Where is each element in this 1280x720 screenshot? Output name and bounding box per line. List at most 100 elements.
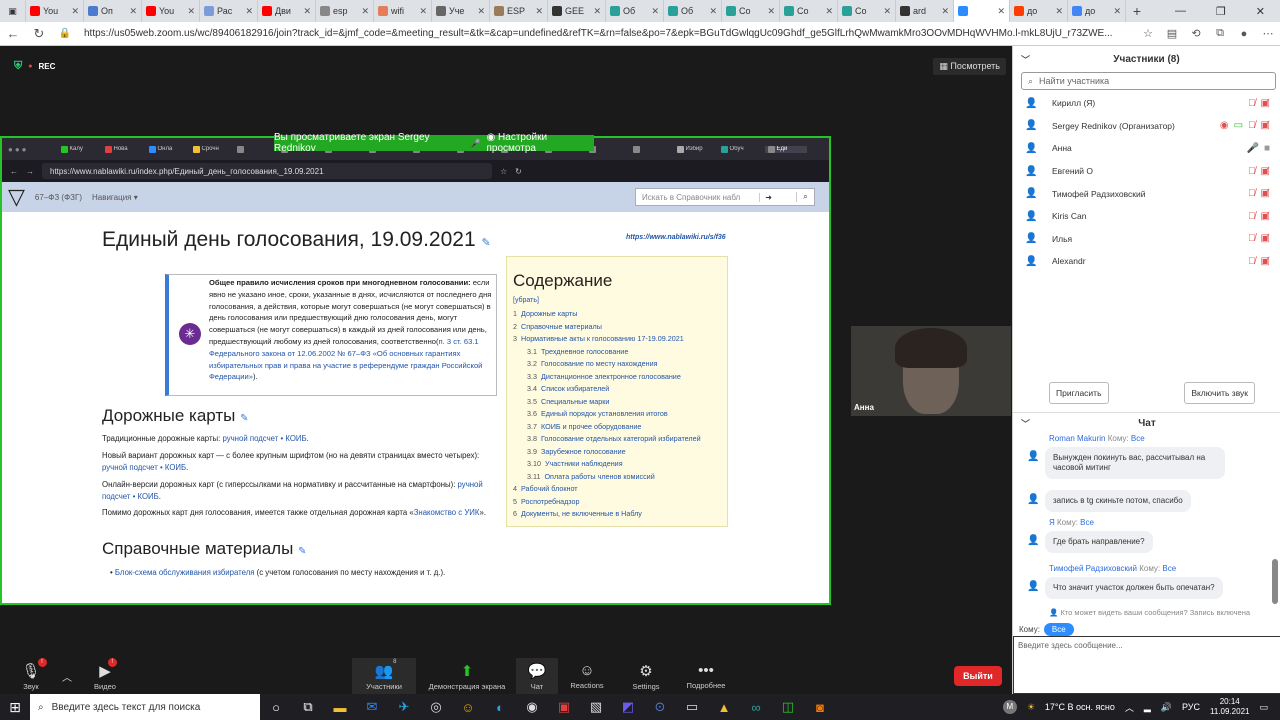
- tab-close-icon[interactable]: ✕: [245, 6, 253, 17]
- reload-icon[interactable]: ↻: [26, 26, 52, 42]
- collapse-chevron-icon[interactable]: ﹀: [1021, 53, 1030, 66]
- invite-button[interactable]: Пригласить: [1049, 382, 1109, 404]
- extensions-icon[interactable]: ⧉: [1208, 27, 1232, 40]
- reactions-button[interactable]: ☺ Reactions: [566, 658, 608, 694]
- new-tab-button[interactable]: +: [1126, 3, 1148, 19]
- participant-row[interactable]: 👤 Анна 🎤 ■: [1013, 137, 1280, 160]
- audio-options-button[interactable]: ︿: [58, 658, 76, 694]
- tab-close-icon[interactable]: ✕: [71, 6, 79, 17]
- chat-recipient-select[interactable]: Все: [1043, 623, 1074, 636]
- notifications-icon[interactable]: ▭: [1259, 702, 1268, 713]
- terminal-icon[interactable]: ▭: [676, 699, 708, 715]
- mail-icon[interactable]: ✉: [356, 699, 388, 715]
- browser-tab[interactable]: ✕: [954, 0, 1010, 22]
- participant-row[interactable]: 👤 Sergey Rednikov (Организатор) ◉ ▭ 🎙̸ ▣̸: [1013, 115, 1280, 138]
- menu-dots-icon[interactable]: ⋯: [1256, 27, 1280, 40]
- user-avatar-icon[interactable]: M: [1002, 700, 1017, 714]
- language-indicator[interactable]: РУС: [1182, 702, 1200, 712]
- chat-message-input[interactable]: Введите здесь сообщение...: [1013, 636, 1280, 694]
- chat-collapse-chevron-icon[interactable]: ﹀: [1021, 417, 1030, 430]
- browser-tab[interactable]: Об ✕: [664, 0, 722, 22]
- audio-button[interactable]: 🎙! Звук: [18, 657, 47, 694]
- participant-row[interactable]: 👤 Kiris Can 🎙̸ ▣̸: [1013, 205, 1280, 228]
- edge-browser-icon[interactable]: ◐: [484, 700, 516, 715]
- browser-tab[interactable]: Рас ✕: [200, 0, 258, 22]
- network-icon[interactable]: ▂: [1144, 702, 1151, 713]
- video-tile-anna[interactable]: Анна: [851, 326, 1011, 416]
- browser-tab[interactable]: Об ✕: [606, 0, 664, 22]
- browser-tab[interactable]: Оп ✕: [84, 0, 142, 22]
- browser-tab[interactable]: ESP ✕: [490, 0, 548, 22]
- tab-close-icon[interactable]: ✕: [709, 6, 717, 17]
- app-icon-1[interactable]: ◎: [420, 699, 452, 715]
- participant-row[interactable]: 👤 Alexandr 🎙̸ ▣̸: [1013, 250, 1280, 273]
- browser-tab[interactable]: Co ✕: [722, 0, 780, 22]
- app-icon-2[interactable]: ☺: [452, 700, 484, 715]
- bookmark-star-icon[interactable]: ☆: [1136, 27, 1160, 40]
- back-icon[interactable]: ←: [0, 26, 26, 41]
- windows-start-icon[interactable]: ⊞: [0, 699, 30, 716]
- security-shield-icon[interactable]: ⛨: [14, 60, 22, 73]
- tab-close-icon[interactable]: ✕: [477, 6, 485, 17]
- weather-text[interactable]: 17°C В осн. ясно: [1045, 702, 1115, 712]
- leave-button[interactable]: Выйти: [954, 666, 1002, 686]
- browser-tab[interactable]: wifi ✕: [374, 0, 432, 22]
- view-button[interactable]: ▦ Посмотреть: [933, 58, 1006, 75]
- browser-tab[interactable]: Co ✕: [838, 0, 896, 22]
- participant-row[interactable]: 👤 Илья 🎙̸ ▣̸: [1013, 228, 1280, 251]
- video-button[interactable]: ▶! Видео: [90, 657, 120, 694]
- participants-button[interactable]: 👥 8 Участники: [352, 658, 416, 694]
- tab-close-icon[interactable]: ✕: [1055, 6, 1063, 17]
- tab-close-icon[interactable]: ✕: [187, 6, 195, 17]
- browser-tab[interactable]: Дви ✕: [258, 0, 316, 22]
- participant-row[interactable]: 👤 Кирилл (Я) 🎙̸ ▣̸: [1013, 92, 1280, 115]
- app-icon-5[interactable]: ⊙: [644, 699, 676, 715]
- file-explorer-icon[interactable]: ▬: [324, 700, 356, 715]
- browser-tab[interactable]: до ✕: [1010, 0, 1068, 22]
- chat-button[interactable]: 💬 Чат: [516, 658, 558, 694]
- task-view-icon[interactable]: ⧉: [292, 699, 324, 715]
- browser-menu-icon[interactable]: ▣: [0, 0, 26, 22]
- tab-close-icon[interactable]: ✕: [129, 6, 137, 17]
- browser-tab[interactable]: GEE ✕: [548, 0, 606, 22]
- settings-button[interactable]: ⚙ Settings: [626, 658, 666, 694]
- unmute-all-button[interactable]: Включить звук: [1184, 382, 1255, 404]
- maximize-icon[interactable]: ❐: [1216, 5, 1226, 18]
- chat-scrollbar[interactable]: [1272, 559, 1278, 604]
- chrome-browser-icon[interactable]: ◉: [516, 699, 548, 715]
- tab-close-icon[interactable]: ✕: [593, 6, 601, 17]
- app-icon-3[interactable]: ▣: [548, 699, 580, 715]
- url-field[interactable]: https://us05web.zoom.us/wc/89406182916/j…: [78, 28, 1136, 39]
- volume-icon[interactable]: 🔊: [1161, 702, 1172, 713]
- browser-tab[interactable]: Уче ✕: [432, 0, 490, 22]
- tray-chevron-icon[interactable]: ︿: [1125, 701, 1134, 714]
- browser-tab[interactable]: esp ✕: [316, 0, 374, 22]
- taskbar-search-input[interactable]: ⌕ Введите здесь текст для поиска: [30, 694, 260, 720]
- app-icon-6[interactable]: ▲: [708, 700, 740, 715]
- weather-icon[interactable]: ☀: [1027, 702, 1035, 713]
- tab-close-icon[interactable]: ✕: [535, 6, 543, 17]
- chat-visibility-note[interactable]: 👤 Кто может видеть ваши сообщения? Запис…: [1049, 608, 1250, 617]
- telegram-icon[interactable]: ✈: [388, 699, 420, 715]
- tab-close-icon[interactable]: ✕: [651, 6, 659, 17]
- profile-icon[interactable]: ●: [1232, 28, 1256, 40]
- history-icon[interactable]: ⟲: [1184, 27, 1208, 40]
- browser-tab[interactable]: You ✕: [142, 0, 200, 22]
- cortana-icon[interactable]: ○: [260, 700, 292, 715]
- browser-tab[interactable]: You ✕: [26, 0, 84, 22]
- browser-tab[interactable]: до ✕: [1068, 0, 1126, 22]
- tab-close-icon[interactable]: ✕: [303, 6, 311, 17]
- taskbar-clock[interactable]: 20:14 11.09.2021: [1210, 697, 1249, 717]
- app-icon-7[interactable]: ◫: [772, 699, 804, 715]
- browser-tab[interactable]: ard ✕: [896, 0, 954, 22]
- participant-row[interactable]: 👤 Евгений О 🎙̸ ▣̸: [1013, 160, 1280, 183]
- participant-row[interactable]: 👤 Тимофей Радзиховский 🎙̸ ▣̸: [1013, 182, 1280, 205]
- tab-close-icon[interactable]: ✕: [361, 6, 369, 17]
- minimize-icon[interactable]: —: [1175, 5, 1186, 18]
- tab-close-icon[interactable]: ✕: [767, 6, 775, 17]
- view-settings-button[interactable]: ◉ Настройки просмотра: [487, 132, 594, 154]
- tab-close-icon[interactable]: ✕: [1113, 6, 1121, 17]
- tab-close-icon[interactable]: ✕: [419, 6, 427, 17]
- tab-close-icon[interactable]: ✕: [997, 6, 1005, 17]
- tab-close-icon[interactable]: ✕: [825, 6, 833, 17]
